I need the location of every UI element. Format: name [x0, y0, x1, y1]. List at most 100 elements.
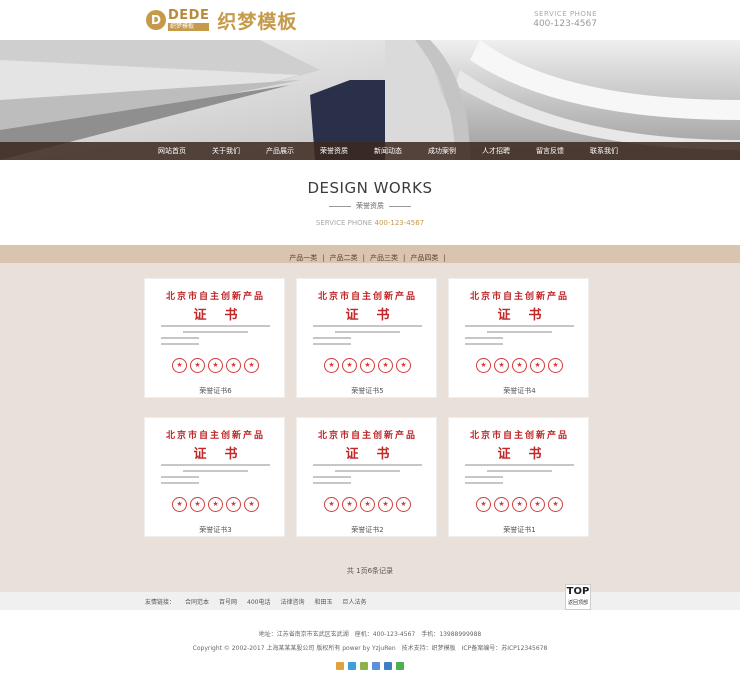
star-icon: ★: [230, 361, 237, 369]
category-link[interactable]: 产品四类: [410, 253, 438, 263]
certificate-stamps: ★ ★ ★ ★ ★: [303, 497, 432, 512]
seal-stamp-icon: ★: [512, 358, 527, 373]
share-douban-icon[interactable]: [360, 662, 368, 670]
friend-link[interactable]: 百号网: [219, 597, 237, 606]
nav-item[interactable]: 网站首页: [145, 142, 199, 160]
nav-item[interactable]: 留言反馈: [523, 142, 577, 160]
seal-stamp-icon: ★: [324, 358, 339, 373]
star-icon: ★: [328, 500, 335, 508]
share-qzone-icon[interactable]: [336, 662, 344, 670]
text-line: [313, 464, 422, 466]
text-line: [465, 476, 504, 478]
share-wechat-icon[interactable]: [396, 662, 404, 670]
friend-link[interactable]: 巨人法务: [343, 597, 367, 606]
honor-card[interactable]: 北京市自主创新产品 证书 ★ ★ ★ ★ ★ 荣誉证书1: [448, 417, 589, 537]
honor-card[interactable]: 北京市自主创新产品 证书 ★ ★ ★ ★ ★ 荣誉证书6: [144, 278, 285, 398]
site-logo[interactable]: D DEDE 织梦模板 织梦模板: [146, 8, 298, 33]
footer-address: 地址：江苏省南京市玄武区玄武湖 座机：400-123-4567 手机：13988…: [258, 631, 482, 638]
nav-item[interactable]: 关于我们: [199, 142, 253, 160]
honor-card[interactable]: 北京市自主创新产品 证书 ★ ★ ★ ★ ★ 荣誉证书5: [296, 278, 437, 398]
friend-link[interactable]: 法律咨询: [281, 597, 305, 606]
certificate-text-lines: [161, 464, 270, 488]
honor-card[interactable]: 北京市自主创新产品 证书 ★ ★ ★ ★ ★ 荣誉证书2: [296, 417, 437, 537]
card-caption[interactable]: 荣誉证书2: [297, 525, 438, 535]
section-title-en: DESIGN WORKS: [307, 179, 433, 197]
friend-link[interactable]: 和田玉: [315, 597, 333, 606]
nav-item[interactable]: 人才招聘: [469, 142, 523, 160]
star-icon: ★: [516, 500, 523, 508]
star-icon: ★: [498, 361, 505, 369]
category-link[interactable]: 产品三类: [370, 253, 398, 263]
certificate-word: 证书: [193, 308, 256, 323]
text-line: [313, 343, 352, 345]
footer-copyright: Copyright © 2002-2017 上海某某某股公司 版权所有 powe…: [192, 645, 548, 652]
certificate-image: 北京市自主创新产品 证书 ★ ★ ★ ★ ★: [303, 285, 432, 377]
honor-card[interactable]: 北京市自主创新产品 证书 ★ ★ ★ ★ ★ 荣誉证书3: [144, 417, 285, 537]
certificate-stamps: ★ ★ ★ ★ ★: [455, 358, 584, 373]
card-caption[interactable]: 荣誉证书3: [145, 525, 286, 535]
seal-stamp-icon: ★: [530, 497, 545, 512]
friend-links: 友情链接： 合同范本 百号网 400电话 法律咨询 和田玉 巨人法务: [145, 592, 377, 610]
category-bar: 产品一类 | 产品二类 | 产品三类 | 产品四类 |: [0, 245, 740, 263]
share-tencent-icon[interactable]: [384, 662, 392, 670]
category-link[interactable]: 产品一类: [289, 253, 317, 263]
certificate-stamps: ★ ★ ★ ★ ★: [151, 358, 280, 373]
friend-link[interactable]: 400电话: [247, 597, 270, 606]
nav-list: 网站首页 关于我们 产品展示 荣誉资质 新闻动态 成功案例 人才招聘 留言反馈 联系我们: [145, 142, 631, 160]
star-icon: ★: [248, 500, 255, 508]
pagination-info: 共 1页6条记录: [346, 567, 394, 575]
top-label: TOP: [566, 586, 590, 597]
logo-en-sub: 织梦模板: [168, 23, 210, 31]
category-separator: |: [322, 254, 325, 262]
category-link[interactable]: 产品二类: [330, 253, 358, 263]
star-icon: ★: [346, 500, 353, 508]
friend-link[interactable]: 合同范本: [185, 597, 209, 606]
section-title-cn-row: 荣誉资质: [0, 201, 740, 211]
seal-stamp-icon: ★: [190, 358, 205, 373]
category-separator: |: [362, 254, 365, 262]
text-line: [465, 343, 504, 345]
card-caption[interactable]: 荣誉证书6: [145, 386, 286, 396]
card-caption[interactable]: 荣誉证书1: [449, 525, 590, 535]
header-service: SERVICE PHONE 400-123-4567: [533, 10, 597, 29]
star-icon: ★: [516, 361, 523, 369]
star-icon: ★: [534, 500, 541, 508]
nav-item[interactable]: 联系我们: [577, 142, 631, 160]
star-icon: ★: [552, 361, 559, 369]
back-to-top-button[interactable]: TOP 返回顶部: [565, 584, 591, 610]
star-icon: ★: [176, 500, 183, 508]
logo-cn: 织梦模板: [217, 10, 298, 33]
certificate-title: 北京市自主创新产品: [317, 431, 417, 441]
nav-item[interactable]: 荣誉资质: [307, 142, 361, 160]
text-line: [334, 470, 401, 472]
section-title-cn: 荣誉资质: [356, 202, 384, 210]
seal-stamp-icon: ★: [172, 497, 187, 512]
share-renren-icon[interactable]: [372, 662, 380, 670]
star-icon: ★: [382, 500, 389, 508]
text-line: [161, 325, 270, 327]
card-caption[interactable]: 荣誉证书4: [449, 386, 590, 396]
certificate-image: 北京市自主创新产品 证书 ★ ★ ★ ★ ★: [303, 424, 432, 516]
star-icon: ★: [480, 361, 487, 369]
text-line: [161, 464, 270, 466]
divider: [389, 205, 411, 207]
seal-stamp-icon: ★: [396, 358, 411, 373]
nav-item[interactable]: 成功案例: [415, 142, 469, 160]
nav-item[interactable]: 产品展示: [253, 142, 307, 160]
certificate-text-lines: [161, 325, 270, 349]
seal-stamp-icon: ★: [208, 497, 223, 512]
honor-card[interactable]: 北京市自主创新产品 证书 ★ ★ ★ ★ ★ 荣誉证书4: [448, 278, 589, 398]
star-icon: ★: [498, 500, 505, 508]
section-service-phone: 400-123-4567: [374, 219, 425, 227]
site-header: D DEDE 织梦模板 织梦模板 SERVICE PHONE 400-123-4…: [0, 0, 740, 40]
star-icon: ★: [400, 361, 407, 369]
text-line: [161, 343, 200, 345]
share-weibo-icon[interactable]: [348, 662, 356, 670]
certificate-image: 北京市自主创新产品 证书 ★ ★ ★ ★ ★: [455, 285, 584, 377]
text-line: [313, 482, 352, 484]
nav-item[interactable]: 新闻动态: [361, 142, 415, 160]
card-caption[interactable]: 荣誉证书5: [297, 386, 438, 396]
seal-stamp-icon: ★: [342, 497, 357, 512]
seal-stamp-icon: ★: [226, 497, 241, 512]
certificate-text-lines: [313, 325, 422, 349]
